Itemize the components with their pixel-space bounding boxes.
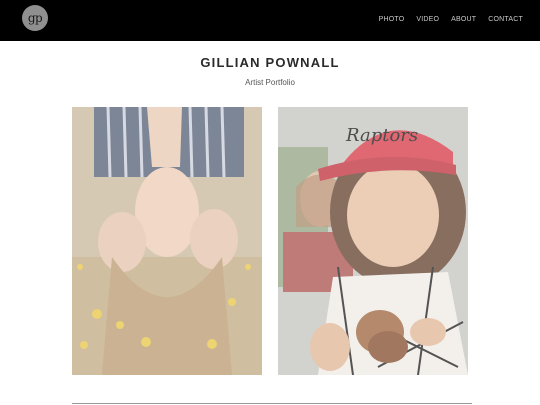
nav-about-link[interactable]: ABOUT — [451, 16, 476, 23]
nav-video-link[interactable]: VIDEO — [416, 16, 439, 23]
nav-photo-link[interactable]: PHOTO — [379, 16, 405, 23]
main-nav: PHOTO VIDEO ABOUT CONTACT — [379, 16, 523, 23]
page-title: GILLIAN POWNALL — [200, 55, 340, 70]
content-divider — [72, 403, 472, 404]
portfolio-photo-raptors-cap-woman[interactable]: Raptors — [278, 107, 468, 375]
logo[interactable]: gp — [22, 5, 48, 31]
portfolio-photo-upside-down-woman[interactable] — [72, 107, 262, 375]
logo-text: gp — [27, 11, 43, 25]
nav-contact-link[interactable]: CONTACT — [488, 16, 523, 23]
top-navigation-bar: gp PHOTO VIDEO ABOUT CONTACT — [0, 0, 540, 41]
page-subtitle: Artist Portfolio — [245, 78, 295, 87]
